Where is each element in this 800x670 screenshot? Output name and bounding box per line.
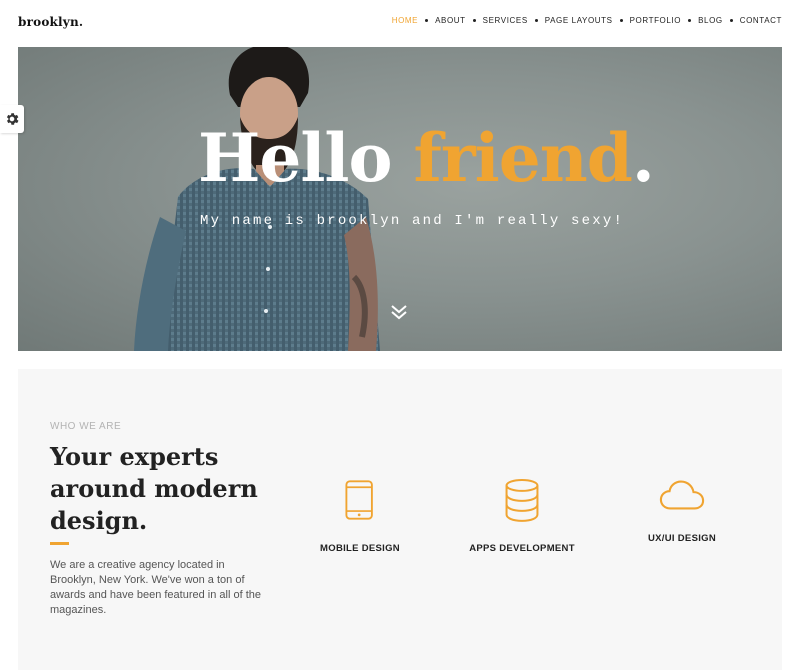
section-eyebrow: WHO WE ARE (50, 421, 122, 432)
nav-item-home[interactable]: HOME (392, 16, 418, 25)
service-label: APPS DEVELOPMENT (469, 543, 575, 554)
nav-item-contact[interactable]: CONTACT (740, 16, 782, 25)
main-nav: HOME ABOUT SERVICES PAGE LAYOUTS PORTFOL… (392, 16, 782, 25)
nav-separator (425, 19, 429, 22)
accent-divider (50, 542, 69, 545)
nav-separator (472, 19, 476, 22)
service-apps-development[interactable]: APPS DEVELOPMENT (442, 477, 602, 554)
section-title: Your experts around modern design. (50, 442, 258, 535)
database-icon (505, 479, 539, 522)
cloud-icon (659, 480, 705, 510)
hero-subtitle: My name is brooklyn and I'm really sexy! (200, 213, 625, 229)
gear-icon (6, 113, 19, 125)
hero-title-word-friend: friend (413, 119, 633, 197)
service-mobile-design[interactable]: MOBILE DESIGN (280, 477, 440, 554)
nav-item-blog[interactable]: BLOG (698, 16, 723, 25)
section-description: We are a creative agency located in Broo… (50, 559, 261, 616)
nav-separator (729, 19, 733, 22)
nav-separator (688, 19, 692, 22)
double-chevron-down-icon[interactable] (390, 303, 408, 321)
settings-toggle-button[interactable] (0, 105, 24, 133)
service-label: UX/UI DESIGN (648, 533, 716, 544)
hero-title-dot: . (631, 119, 655, 197)
service-label: MOBILE DESIGN (320, 543, 400, 554)
hero-banner: Hello friend. My name is brooklyn and I'… (18, 47, 782, 351)
nav-item-about[interactable]: ABOUT (435, 16, 466, 25)
service-ux-ui-design[interactable]: UX/UI DESIGN (602, 477, 762, 544)
smartphone-icon (345, 480, 373, 520)
nav-separator (534, 19, 538, 22)
nav-item-services[interactable]: SERVICES (483, 16, 528, 25)
nav-separator (619, 19, 623, 22)
hero-title-word-hello: Hello (198, 119, 393, 197)
site-logo[interactable]: brooklyn. (18, 15, 83, 29)
hero-title: Hello friend. (198, 125, 655, 191)
nav-item-page-layouts[interactable]: PAGE LAYOUTS (545, 16, 613, 25)
nav-item-portfolio[interactable]: PORTFOLIO (630, 16, 681, 25)
about-section: WHO WE ARE Your experts around modern de… (18, 369, 782, 670)
